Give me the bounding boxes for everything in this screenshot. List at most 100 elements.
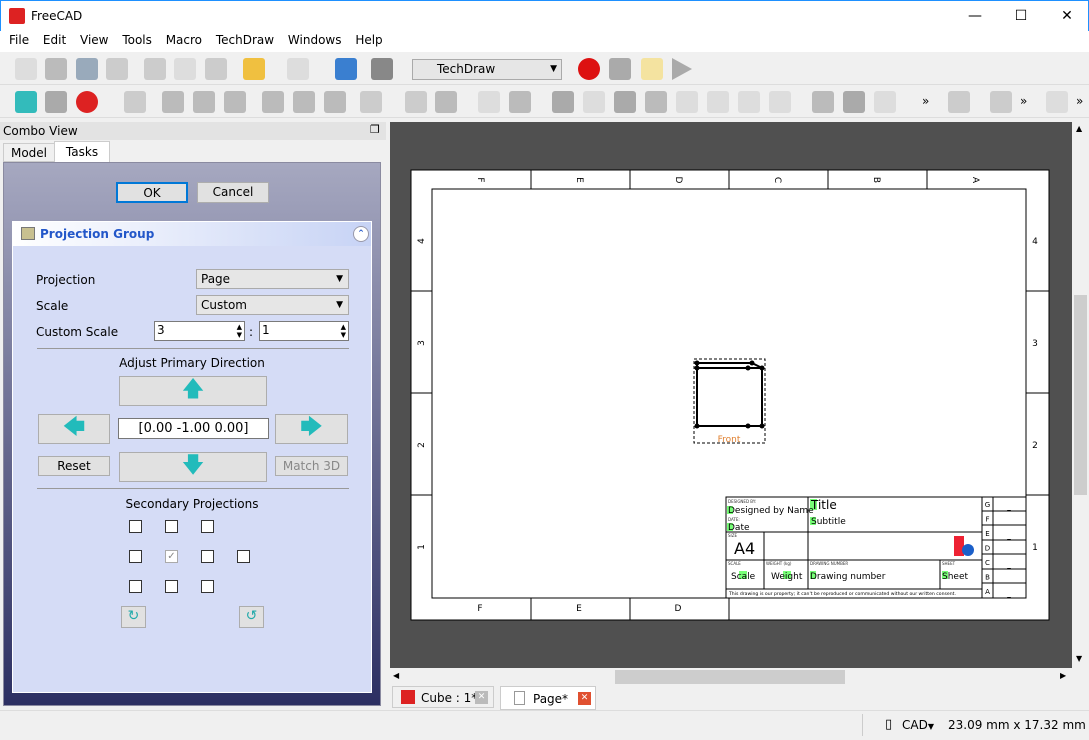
menu-macro[interactable]: Macro	[157, 31, 202, 47]
checkbox-top[interactable]	[165, 520, 178, 533]
vertical-scrollbar[interactable]: ▲ ▼	[1072, 122, 1089, 668]
projection-group-header[interactable]: Projection Group ⌃	[13, 222, 371, 246]
spinner-arrows-icon[interactable]: ▲ ▼	[341, 323, 346, 339]
collapse-icon[interactable]: ⌃	[353, 226, 369, 242]
checkbox-bottom-left[interactable]	[129, 580, 142, 593]
checkbox-bottom[interactable]	[165, 580, 178, 593]
toolbar-overflow-button-2[interactable]: »	[1020, 94, 1027, 108]
tab-cube[interactable]: Cube : 1* ✕	[392, 686, 494, 708]
checkbox-top-right[interactable]	[201, 520, 214, 533]
drawing-number-value[interactable]: Drawing number	[810, 572, 886, 582]
annotation-icon[interactable]	[676, 91, 698, 113]
menu-windows[interactable]: Windows	[279, 31, 342, 47]
isometric-view-icon[interactable]	[124, 91, 146, 113]
record-macro-icon[interactable]	[578, 58, 600, 80]
rotate-cw-button[interactable]: ↻	[121, 606, 146, 628]
toolbar-overflow-button-3[interactable]: »	[1076, 94, 1083, 108]
reset-button[interactable]: Reset	[38, 456, 110, 476]
scale-value[interactable]: Scale	[731, 572, 756, 582]
weight-value[interactable]: Weight	[771, 572, 803, 582]
stop-macro-icon[interactable]	[609, 58, 631, 80]
size-value[interactable]: A4	[734, 539, 755, 558]
checkbox-right[interactable]	[201, 550, 214, 563]
drawing-viewport[interactable]: F E D C B A F E D 4 3 2 1 4 3 2 1 Front …	[390, 122, 1072, 668]
rotate-up-button[interactable]: 🡅	[119, 376, 267, 406]
rotate-right-button[interactable]: 🡆	[275, 414, 348, 444]
geom-hatch-icon[interactable]	[843, 91, 865, 113]
checkbox-bottom-right[interactable]	[201, 580, 214, 593]
checkbox-top-left[interactable]	[129, 520, 142, 533]
undock-icon[interactable]: ❐	[370, 123, 380, 136]
fit-all-icon[interactable]	[15, 91, 37, 113]
toolbar-overflow-button[interactable]: »	[922, 94, 929, 108]
maximize-button[interactable]: ☐	[998, 1, 1044, 31]
subtitle-value[interactable]: Subtitle	[811, 517, 846, 527]
scroll-right-icon[interactable]: ▶	[1060, 671, 1066, 680]
rotate-left-button[interactable]: 🡄	[38, 414, 110, 444]
tab-tasks[interactable]: Tasks	[54, 141, 110, 162]
top-view-icon[interactable]	[193, 91, 215, 113]
close-tab-icon[interactable]: ✕	[475, 691, 488, 704]
rear-view-icon[interactable]	[262, 91, 284, 113]
export-page-icon[interactable]	[948, 91, 970, 113]
close-button[interactable]: ✕	[1044, 1, 1089, 31]
checkbox-left[interactable]	[129, 550, 142, 563]
clip-icon[interactable]	[707, 91, 729, 113]
new-file-icon[interactable]	[15, 58, 37, 80]
cancel-button[interactable]: Cancel	[197, 182, 269, 203]
fit-selection-icon[interactable]	[45, 91, 67, 113]
copy-icon[interactable]	[174, 58, 196, 80]
horizontal-scrollbar[interactable]: ◀ ▶	[390, 668, 1072, 686]
scroll-up-icon[interactable]: ▲	[1076, 124, 1082, 133]
draw-style-icon[interactable]	[76, 91, 98, 113]
menu-tools[interactable]: Tools	[113, 31, 152, 47]
designed-by-value[interactable]: Designed by Name	[728, 506, 814, 516]
menu-help[interactable]: Help	[346, 31, 382, 47]
scroll-left-icon[interactable]: ◀	[393, 671, 399, 680]
navigation-style-button[interactable]: CAD▼	[902, 718, 934, 732]
new-template-icon[interactable]	[509, 91, 531, 113]
open-file-icon[interactable]	[45, 58, 67, 80]
left-view-icon[interactable]	[324, 91, 346, 113]
decoration-icon[interactable]	[1046, 91, 1068, 113]
horizontal-scroll-thumb[interactable]	[615, 670, 845, 684]
rotate-ccw-button[interactable]: ↺	[239, 606, 264, 628]
menu-file[interactable]: File	[0, 31, 29, 47]
edit-macro-icon[interactable]	[641, 58, 663, 80]
insert-view-icon[interactable]	[552, 91, 574, 113]
scale-select[interactable]: Custom ▼	[196, 295, 349, 315]
multiview-icon[interactable]	[614, 91, 636, 113]
scale-denominator-input[interactable]: 1 ▲ ▼	[259, 321, 349, 341]
menu-techdraw[interactable]: TechDraw	[207, 31, 274, 47]
refresh-icon[interactable]	[335, 58, 357, 80]
symbol-icon[interactable]	[738, 91, 760, 113]
close-tab-icon[interactable]: ✕	[578, 692, 591, 705]
hatch-icon[interactable]	[812, 91, 834, 113]
rotate-down-button[interactable]: 🡇	[119, 452, 267, 482]
menu-edit[interactable]: Edit	[34, 31, 66, 47]
projection-select[interactable]: Page ▼	[196, 269, 349, 289]
date-value[interactable]: Date	[728, 523, 750, 533]
image-icon[interactable]	[874, 91, 896, 113]
tab-page[interactable]: Page* ✕	[500, 686, 596, 710]
dimension-icon[interactable]	[990, 91, 1012, 113]
menu-view[interactable]: View	[71, 31, 108, 47]
print-icon[interactable]	[106, 58, 128, 80]
front-view-icon[interactable]	[162, 91, 184, 113]
spreadsheet-view-icon[interactable]	[769, 91, 791, 113]
new-page-icon[interactable]	[478, 91, 500, 113]
title-value[interactable]: Title	[810, 498, 837, 512]
measure-icon[interactable]	[360, 91, 382, 113]
paste-icon[interactable]	[205, 58, 227, 80]
part-icon[interactable]	[405, 91, 427, 113]
undo-icon[interactable]	[243, 58, 265, 80]
group-icon[interactable]	[435, 91, 457, 113]
section-view-icon[interactable]	[645, 91, 667, 113]
cut-icon[interactable]	[144, 58, 166, 80]
minimize-button[interactable]: —	[952, 1, 998, 31]
sheet-value[interactable]: Sheet	[942, 572, 968, 582]
match-3d-button[interactable]: Match 3D	[275, 456, 348, 476]
save-icon[interactable]	[76, 58, 98, 80]
scroll-down-icon[interactable]: ▼	[1076, 654, 1082, 663]
run-macro-icon[interactable]	[672, 58, 692, 80]
